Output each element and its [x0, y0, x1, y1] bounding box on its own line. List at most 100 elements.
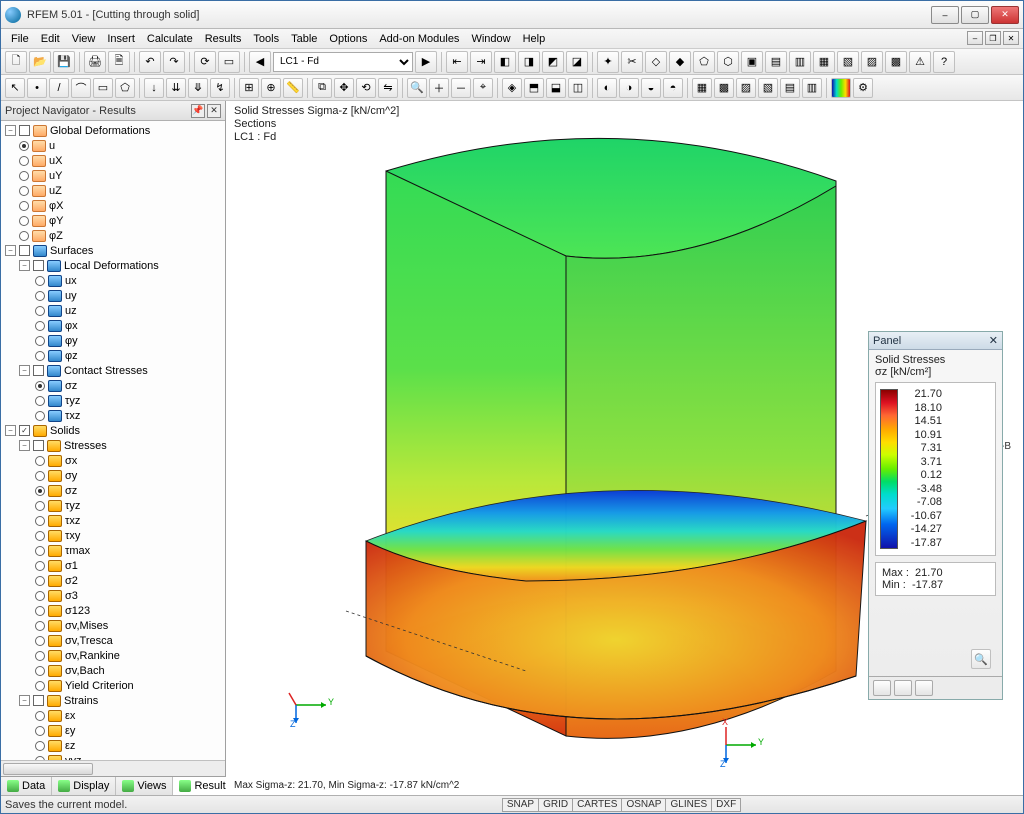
node-surfaces[interactable]: −Surfaces: [5, 243, 225, 258]
tree-leaf[interactable]: σv,Mises: [5, 618, 225, 633]
res-4-icon[interactable]: ▧: [758, 78, 778, 98]
menu-file[interactable]: File: [5, 31, 35, 47]
panel-tab-1[interactable]: [873, 680, 891, 696]
tree-leaf[interactable]: uZ: [5, 183, 225, 198]
node-solids[interactable]: −Solids: [5, 423, 225, 438]
tree-leaf[interactable]: σy: [5, 468, 225, 483]
nav-next-icon[interactable]: ▶: [415, 51, 437, 73]
view-10-icon[interactable]: ▨: [861, 51, 883, 73]
navigator-close-icon[interactable]: ✕: [207, 104, 221, 118]
shade-4-icon[interactable]: ◓: [663, 78, 683, 98]
tree-leaf[interactable]: εy: [5, 723, 225, 738]
tree-leaf[interactable]: σz: [5, 378, 225, 393]
poly-icon[interactable]: ⬠: [115, 78, 135, 98]
load-3-icon[interactable]: ⤋: [188, 78, 208, 98]
load-case-selector[interactable]: LC1 - Fd: [273, 52, 413, 72]
tree-leaf[interactable]: εz: [5, 738, 225, 753]
radio-icon[interactable]: [35, 351, 45, 361]
view-iso-icon[interactable]: ◈: [502, 78, 522, 98]
select-icon[interactable]: ▭: [218, 51, 240, 73]
menu-help[interactable]: Help: [517, 31, 552, 47]
tree-leaf[interactable]: uz: [5, 303, 225, 318]
tree-leaf[interactable]: σv,Rankine: [5, 648, 225, 663]
radio-icon[interactable]: [35, 606, 45, 616]
menu-table[interactable]: Table: [285, 31, 323, 47]
view-5-icon[interactable]: ▣: [741, 51, 763, 73]
tree-leaf[interactable]: τyz: [5, 498, 225, 513]
res-1-icon[interactable]: ▦: [692, 78, 712, 98]
menu-results[interactable]: Results: [199, 31, 248, 47]
snap-icon[interactable]: ⊕: [261, 78, 281, 98]
undo-icon[interactable]: ↶: [139, 51, 161, 73]
view-7-icon[interactable]: ▥: [789, 51, 811, 73]
warn-icon[interactable]: ⚠: [909, 51, 931, 73]
radio-icon[interactable]: [19, 186, 29, 196]
tree-leaf[interactable]: φy: [5, 333, 225, 348]
tree-leaf[interactable]: εx: [5, 708, 225, 723]
toggle-b-icon[interactable]: ◨: [518, 51, 540, 73]
status-dxf[interactable]: DXF: [711, 798, 741, 812]
panel-tab-3[interactable]: [915, 680, 933, 696]
radio-icon[interactable]: [35, 471, 45, 481]
radio-icon[interactable]: [19, 231, 29, 241]
res-2-icon[interactable]: ▩: [714, 78, 734, 98]
options-icon[interactable]: ⚙: [853, 78, 873, 98]
tree-leaf[interactable]: σ1: [5, 558, 225, 573]
radio-icon[interactable]: [35, 396, 45, 406]
tree-leaf[interactable]: ux: [5, 273, 225, 288]
tree-leaf[interactable]: φY: [5, 213, 225, 228]
panel-header[interactable]: Panel ✕: [869, 332, 1002, 350]
tree-leaf[interactable]: φX: [5, 198, 225, 213]
tree-leaf[interactable]: σv,Bach: [5, 663, 225, 678]
refresh-icon[interactable]: ⟳: [194, 51, 216, 73]
navigator-pin-icon[interactable]: 📌: [191, 104, 205, 118]
radio-icon[interactable]: [35, 576, 45, 586]
node-strains[interactable]: −Strains: [5, 693, 225, 708]
mdi-minimize[interactable]: –: [967, 31, 983, 45]
menu-tools[interactable]: Tools: [247, 31, 285, 47]
tree-leaf[interactable]: φZ: [5, 228, 225, 243]
menu-view[interactable]: View: [66, 31, 102, 47]
load-1-icon[interactable]: ↓: [144, 78, 164, 98]
radio-icon[interactable]: [19, 141, 29, 151]
panel-tab-2[interactable]: [894, 680, 912, 696]
radio-icon[interactable]: [35, 666, 45, 676]
status-cartes[interactable]: CARTES: [572, 798, 622, 812]
tree-leaf[interactable]: τxz: [5, 408, 225, 423]
tree-leaf[interactable]: σv,Tresca: [5, 633, 225, 648]
view-front-icon[interactable]: ⬓: [546, 78, 566, 98]
print-preview-icon[interactable]: 🗎: [108, 51, 130, 73]
tree-leaf[interactable]: τyz: [5, 393, 225, 408]
tree-leaf[interactable]: σ123: [5, 603, 225, 618]
radio-icon[interactable]: [35, 531, 45, 541]
radio-icon[interactable]: [35, 516, 45, 526]
radio-icon[interactable]: [35, 651, 45, 661]
probe-icon[interactable]: ✦: [597, 51, 619, 73]
view-1-icon[interactable]: ◇: [645, 51, 667, 73]
nav-prev-icon[interactable]: ◀: [249, 51, 271, 73]
tree-leaf[interactable]: τxz: [5, 513, 225, 528]
toggle-d-icon[interactable]: ◪: [566, 51, 588, 73]
tree-leaf[interactable]: τmax: [5, 543, 225, 558]
nav-tab-data[interactable]: Data: [1, 777, 52, 795]
close-button[interactable]: ✕: [991, 6, 1019, 24]
res-6-icon[interactable]: ▥: [802, 78, 822, 98]
radio-icon[interactable]: [35, 321, 45, 331]
radio-icon[interactable]: [19, 216, 29, 226]
nav-first-icon[interactable]: ⇤: [446, 51, 468, 73]
radio-icon[interactable]: [35, 336, 45, 346]
status-glines[interactable]: GLINES: [665, 798, 712, 812]
grid-icon[interactable]: ⊞: [239, 78, 259, 98]
panel-zoom-icon[interactable]: 🔍: [971, 649, 991, 669]
view-3-icon[interactable]: ⬠: [693, 51, 715, 73]
radio-icon[interactable]: [19, 201, 29, 211]
tree-leaf[interactable]: uY: [5, 168, 225, 183]
maximize-button[interactable]: ▢: [961, 6, 989, 24]
rotate-icon[interactable]: ⟲: [356, 78, 376, 98]
menu-insert[interactable]: Insert: [101, 31, 141, 47]
radio-icon[interactable]: [35, 591, 45, 601]
radio-icon[interactable]: [35, 381, 45, 391]
measure-icon[interactable]: 📏: [283, 78, 303, 98]
radio-icon[interactable]: [35, 291, 45, 301]
shade-3-icon[interactable]: ◒: [641, 78, 661, 98]
